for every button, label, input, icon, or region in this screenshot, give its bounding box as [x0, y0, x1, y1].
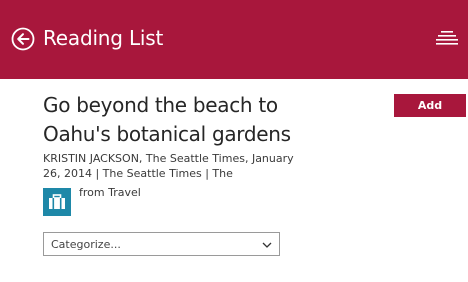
categorize-placeholder: Categorize...: [51, 238, 121, 251]
chevron-down-icon: [262, 242, 272, 248]
app-header: Reading List: [0, 0, 468, 79]
back-button[interactable]: [11, 27, 35, 51]
source-label: from Travel: [79, 186, 141, 199]
list-menu-icon: [436, 31, 458, 45]
app-title: Reading List: [43, 26, 164, 50]
back-arrow-circle-icon: [11, 27, 35, 51]
add-button[interactable]: Add: [394, 94, 466, 117]
categorize-dropdown[interactable]: Categorize...: [43, 232, 280, 256]
source-badge: [43, 188, 71, 216]
article-title[interactable]: Go beyond the beach to Oahu's botanical …: [43, 91, 323, 149]
suitcase-icon: [49, 194, 65, 209]
menu-button[interactable]: [436, 30, 458, 48]
article-byline: KRISTIN JACKSON, The Seattle Times, Janu…: [43, 152, 294, 180]
